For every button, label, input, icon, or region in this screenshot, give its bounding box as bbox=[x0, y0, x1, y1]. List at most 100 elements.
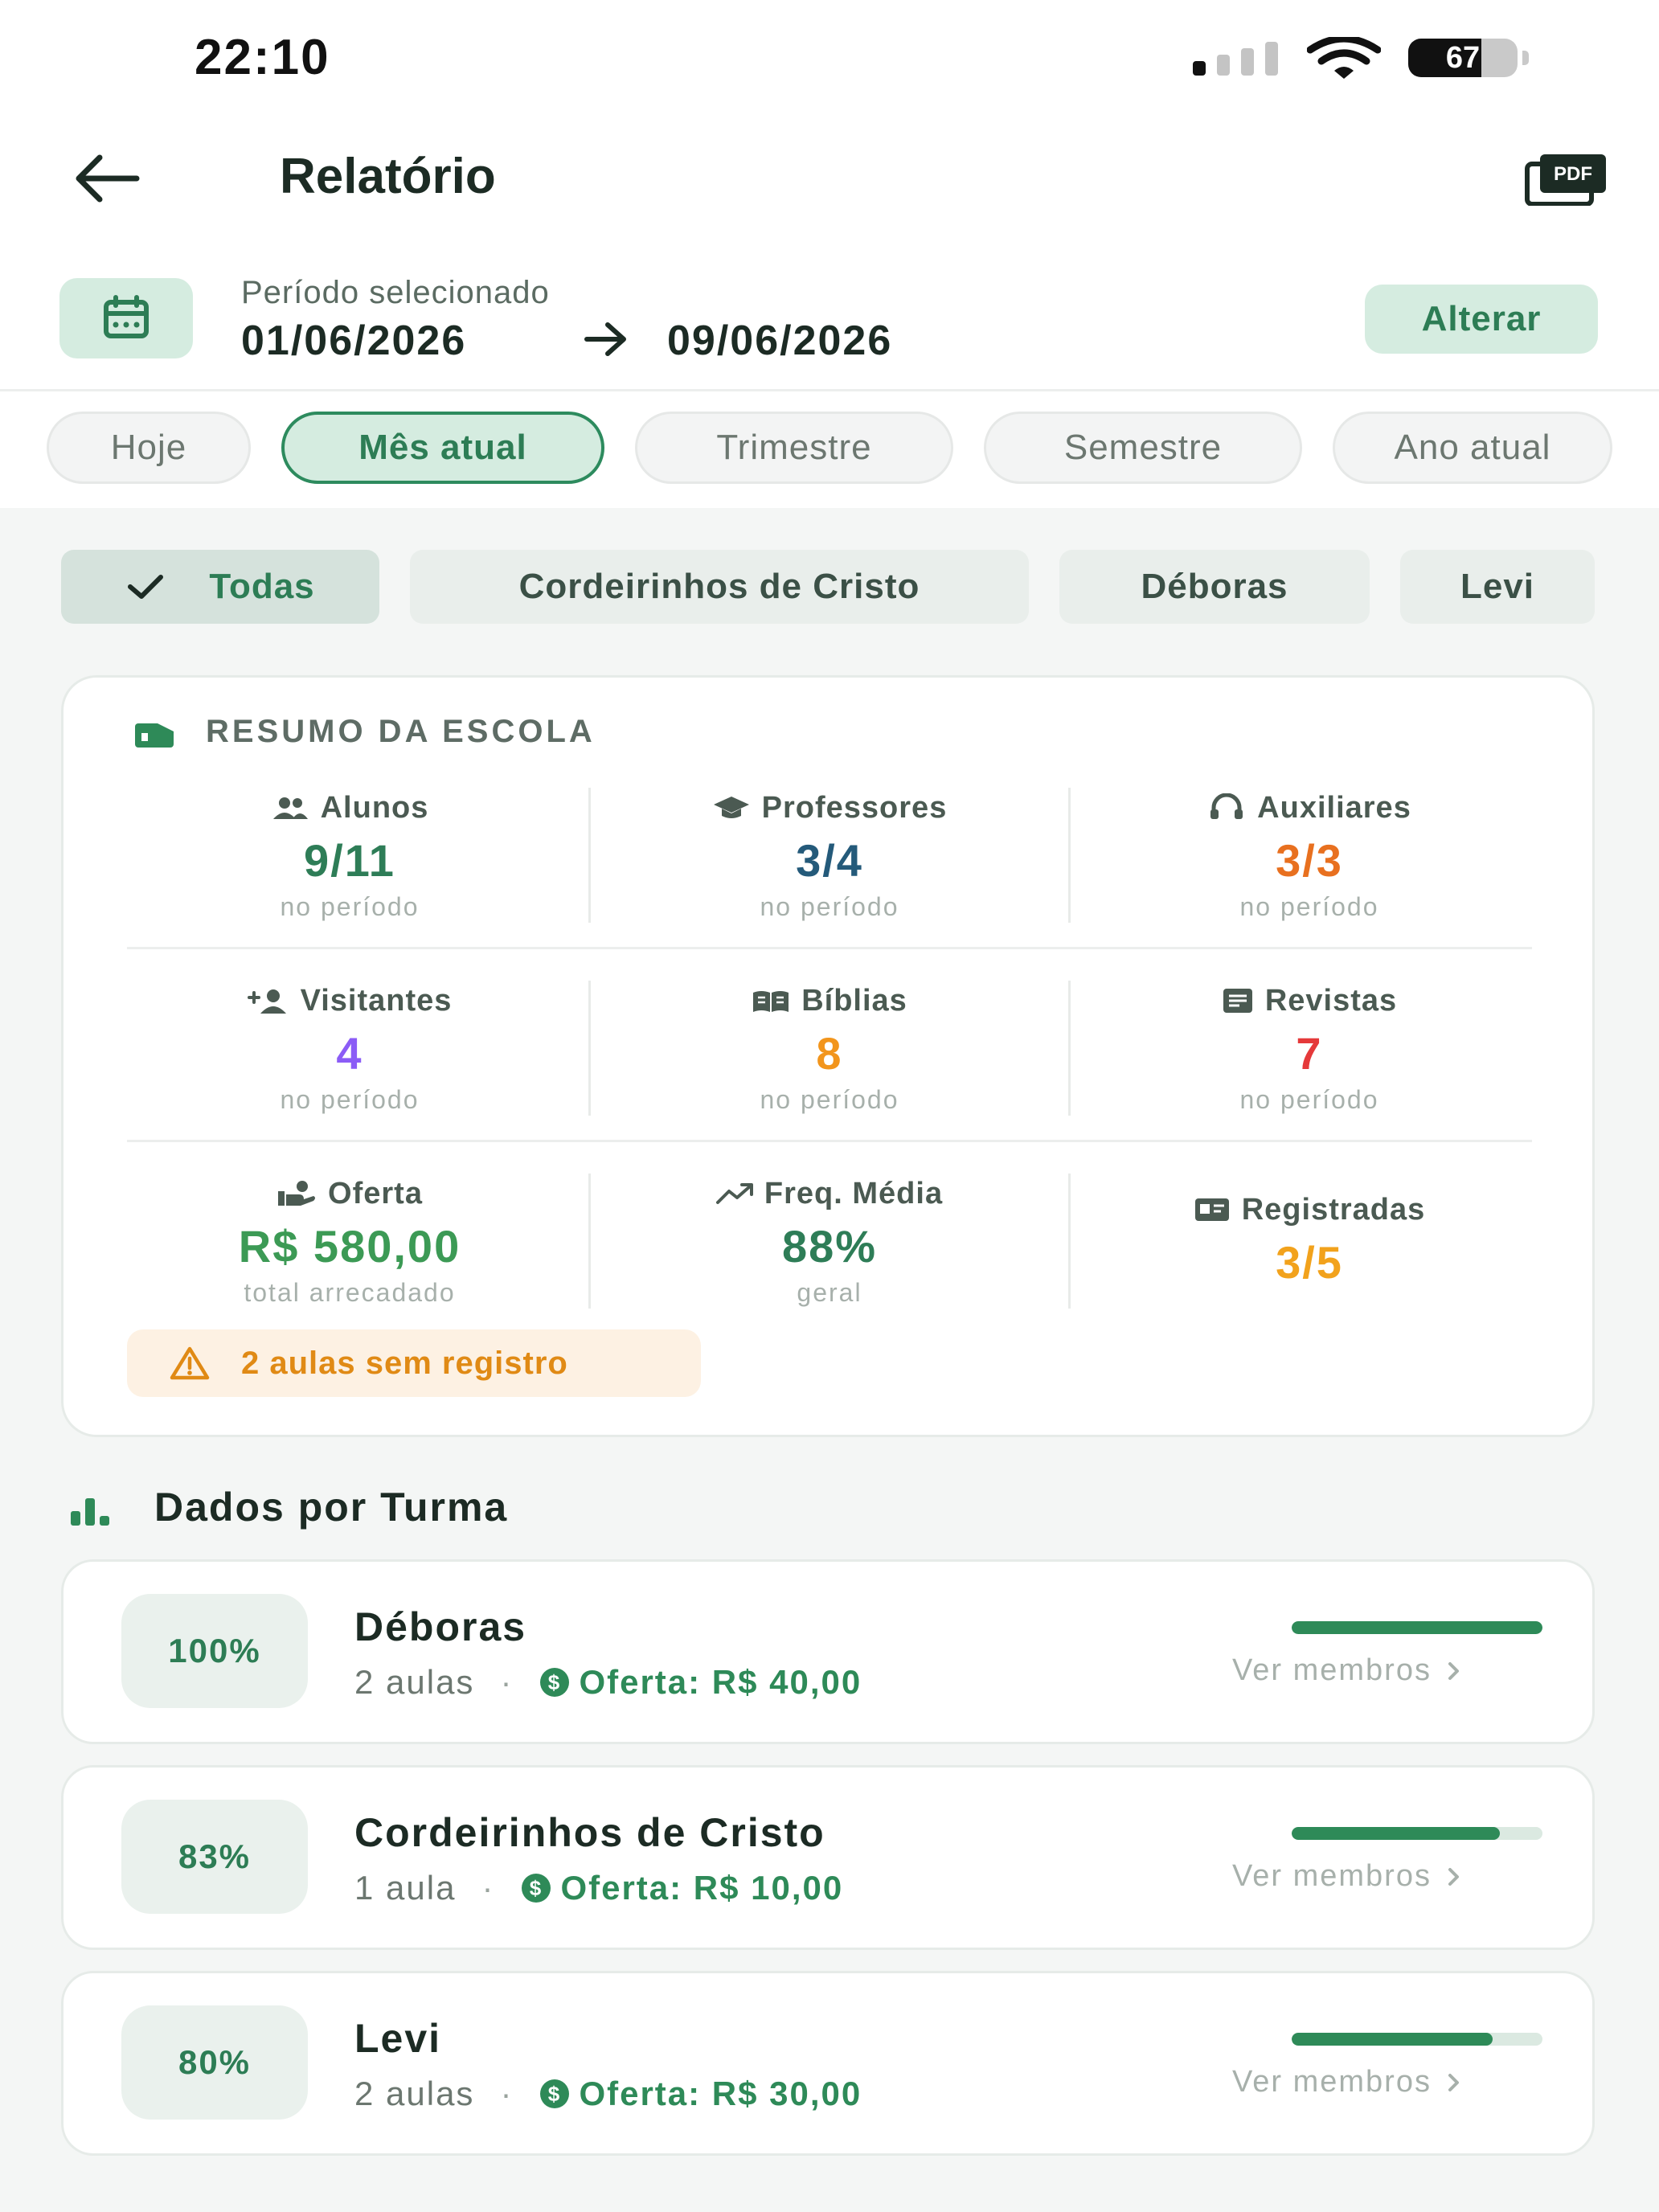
missing-records-warning[interactable]: 2 aulas sem registro bbox=[127, 1329, 701, 1397]
view-members-link[interactable]: Ver membros bbox=[1232, 2065, 1462, 2099]
chip-today[interactable]: Hoje bbox=[47, 412, 251, 484]
frequency-progress-fill bbox=[1292, 2033, 1493, 2046]
stat-separator bbox=[1068, 788, 1071, 923]
stat-assistants-label: Auxiliares bbox=[1257, 790, 1411, 825]
stat-avg-frequency-value: 88% bbox=[781, 1221, 878, 1272]
frequency-progress-fill bbox=[1292, 1621, 1542, 1634]
filter-deboras[interactable]: Déboras bbox=[1059, 550, 1370, 624]
chevron-right-icon bbox=[1448, 1661, 1459, 1680]
meta-separator: · bbox=[500, 2075, 514, 2112]
class-name: Cordeirinhos de Cristo bbox=[354, 1810, 825, 1855]
chip-current-month[interactable]: Mês atual bbox=[281, 412, 604, 484]
stat-offering-value: R$ 580,00 bbox=[238, 1221, 461, 1272]
class-lessons: 2 aulas bbox=[354, 2075, 475, 2112]
view-members-label: Ver membros bbox=[1232, 1859, 1432, 1893]
stat-offering-sub: total arrecadado bbox=[244, 1278, 456, 1307]
stat-separator bbox=[588, 788, 591, 923]
stat-assistants: Auxiliares 3/3 no período bbox=[1069, 788, 1550, 922]
class-frequency-badge: 83% bbox=[121, 1800, 308, 1914]
class-meta: 2 aulas · $ Oferta: R$ 30,00 bbox=[354, 2075, 862, 2113]
class-name: Levi bbox=[354, 2016, 442, 2061]
arrow-left-icon[interactable] bbox=[72, 153, 140, 204]
stat-registered-value: 3/5 bbox=[1276, 1237, 1343, 1288]
warning-text: 2 aulas sem registro bbox=[241, 1345, 568, 1381]
chip-semester[interactable]: Semestre bbox=[984, 412, 1302, 484]
arrow-right-icon bbox=[584, 322, 626, 356]
frequency-progress-bar bbox=[1292, 1827, 1542, 1840]
filter-levi[interactable]: Levi bbox=[1400, 550, 1595, 624]
calendar-tile[interactable] bbox=[59, 278, 193, 358]
view-members-link[interactable]: Ver membros bbox=[1232, 1653, 1462, 1688]
class-card-cordeirinhos[interactable]: 83% Cordeirinhos de Cristo 1 aula · $ Of… bbox=[61, 1765, 1595, 1950]
stat-avg-frequency-label: Freq. Média bbox=[764, 1176, 944, 1210]
stat-students-value: 9/11 bbox=[304, 835, 395, 886]
stat-row-divider bbox=[127, 947, 1532, 949]
class-frequency-badge: 100% bbox=[121, 1594, 308, 1708]
stat-separator bbox=[1068, 1174, 1071, 1309]
chevron-right-icon bbox=[1448, 2073, 1459, 2091]
filter-cordeirinhos[interactable]: Cordeirinhos de Cristo bbox=[410, 550, 1029, 624]
book-open-icon bbox=[753, 991, 789, 1012]
view-members-label: Ver membros bbox=[1232, 1653, 1432, 1687]
frequency-progress-fill bbox=[1292, 1827, 1500, 1840]
change-period-button[interactable]: Alterar bbox=[1365, 285, 1598, 354]
svg-text:$: $ bbox=[548, 1670, 561, 1694]
pdf-icon-label: PDF bbox=[1554, 163, 1592, 185]
view-members-link[interactable]: Ver membros bbox=[1232, 1859, 1462, 1894]
calendar-icon bbox=[104, 295, 149, 338]
class-card-levi[interactable]: 80% Levi 2 aulas · $ Oferta: R$ 30,00 Ve… bbox=[61, 1971, 1595, 2156]
stat-magazines-label: Revistas bbox=[1264, 983, 1398, 1018]
chip-current-year[interactable]: Ano atual bbox=[1333, 412, 1612, 484]
meta-separator: · bbox=[500, 1663, 514, 1701]
frequency-progress-bar bbox=[1292, 1621, 1542, 1634]
hand-coin-icon bbox=[278, 1181, 316, 1206]
stat-bibles-sub: no período bbox=[760, 1085, 899, 1114]
class-offer: $ Oferta: R$ 30,00 bbox=[539, 2075, 862, 2113]
stat-visitors-sub: no período bbox=[280, 1085, 420, 1114]
class-offer-text: Oferta: R$ 40,00 bbox=[579, 1663, 862, 1701]
battery-nub bbox=[1522, 51, 1529, 65]
stat-visitors-label: Visitantes bbox=[300, 983, 453, 1018]
stat-assistants-sub: no período bbox=[1239, 892, 1379, 921]
stat-offering: Oferta R$ 580,00 total arrecadado bbox=[109, 1174, 590, 1308]
battery-shell: 67 bbox=[1408, 39, 1518, 77]
class-lessons: 2 aulas bbox=[354, 1663, 475, 1701]
chevron-right-icon bbox=[1448, 1867, 1459, 1886]
magazine-icon bbox=[1223, 989, 1252, 1013]
wifi-icon bbox=[1307, 37, 1381, 79]
battery-percent: 67 bbox=[1445, 41, 1481, 75]
class-offer: $ Oferta: R$ 40,00 bbox=[539, 1663, 862, 1702]
person-add-icon bbox=[247, 989, 286, 1014]
coin-icon: $ bbox=[540, 2079, 570, 2108]
class-frequency-badge: 80% bbox=[121, 2005, 308, 2120]
stat-avg-frequency: Freq. Média 88% geral bbox=[589, 1174, 1070, 1308]
svg-text:$: $ bbox=[548, 2082, 561, 2106]
pdf-icon[interactable]: PDF bbox=[1524, 153, 1608, 206]
stat-teachers-label: Professores bbox=[761, 790, 948, 825]
bar-chart-icon bbox=[71, 1498, 109, 1526]
stat-avg-frequency-sub: geral bbox=[797, 1278, 862, 1307]
class-card-deboras[interactable]: 100% Déboras 2 aulas · $ Oferta: R$ 40,0… bbox=[61, 1559, 1595, 1744]
chip-quarter[interactable]: Trimestre bbox=[635, 412, 953, 484]
stat-teachers: Professores 3/4 no período bbox=[589, 788, 1070, 922]
school-icon bbox=[135, 723, 174, 748]
id-card-icon bbox=[1194, 1198, 1229, 1221]
filter-all[interactable]: Todas bbox=[61, 550, 379, 624]
stat-teachers-sub: no período bbox=[760, 892, 899, 921]
page-title: Relatório bbox=[280, 149, 496, 204]
section-title: Dados por Turma bbox=[154, 1485, 509, 1530]
trending-up-icon bbox=[715, 1183, 753, 1204]
stat-magazines: Revistas 7 no período bbox=[1069, 981, 1550, 1115]
stat-students-sub: no período bbox=[280, 892, 420, 921]
signal-icon bbox=[1193, 42, 1278, 76]
class-offer: $ Oferta: R$ 10,00 bbox=[520, 1869, 843, 1907]
stat-bibles: Bíblias 8 no período bbox=[589, 981, 1070, 1115]
class-lessons: 1 aula bbox=[354, 1869, 457, 1907]
class-name: Déboras bbox=[354, 1604, 527, 1649]
status-time: 22:10 bbox=[195, 30, 330, 85]
view-members-label: Ver membros bbox=[1232, 2065, 1432, 2099]
class-offer-text: Oferta: R$ 10,00 bbox=[560, 1869, 844, 1907]
frequency-progress-bar bbox=[1292, 2033, 1542, 2046]
period-label: Período selecionado bbox=[241, 275, 550, 310]
check-icon bbox=[128, 575, 164, 599]
